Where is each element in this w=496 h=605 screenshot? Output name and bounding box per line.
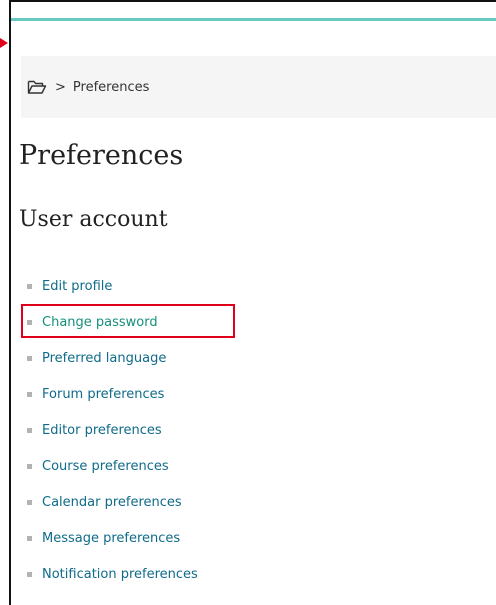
folder-open-icon[interactable]: [27, 79, 47, 95]
bullet-icon: [27, 319, 32, 325]
list-item: Editor preferences: [27, 412, 198, 448]
bullet-icon: [27, 535, 32, 541]
change-password-link[interactable]: Change password: [42, 315, 158, 330]
list-item: Forum preferences: [27, 376, 198, 412]
bullet-icon: [27, 355, 32, 361]
editor-preferences-link[interactable]: Editor preferences: [42, 423, 162, 438]
bullet-icon: [27, 463, 32, 469]
breadcrumb: > Preferences: [21, 56, 496, 118]
page-title: Preferences: [19, 140, 184, 171]
notification-preferences-link[interactable]: Notification preferences: [42, 567, 198, 582]
list-item: Preferred language: [27, 340, 198, 376]
preferred-language-link[interactable]: Preferred language: [42, 351, 166, 366]
message-preferences-link[interactable]: Message preferences: [42, 531, 180, 546]
breadcrumb-current: Preferences: [72, 79, 150, 95]
list-item: Message preferences: [27, 520, 198, 556]
bullet-icon: [27, 499, 32, 505]
forum-preferences-link[interactable]: Forum preferences: [42, 387, 164, 402]
course-preferences-link[interactable]: Course preferences: [42, 459, 169, 474]
list-item: Course preferences: [27, 448, 198, 484]
section-title-user-account: User account: [19, 207, 168, 232]
bullet-icon: [27, 391, 32, 397]
list-item: Edit profile: [27, 268, 198, 304]
bullet-icon: [27, 283, 32, 289]
calendar-preferences-link[interactable]: Calendar preferences: [42, 495, 182, 510]
list-item: Calendar preferences: [27, 484, 198, 520]
list-item: Change password: [21, 304, 235, 340]
bullet-icon: [27, 427, 32, 433]
user-account-links: Edit profile Change password Preferred l…: [21, 268, 235, 592]
page-frame: > Preferences Preferences User account E…: [9, 0, 496, 605]
edit-profile-link[interactable]: Edit profile: [42, 279, 112, 294]
header-accent-line: [11, 18, 496, 21]
breadcrumb-separator: >: [55, 79, 66, 95]
pointer-arrow-icon: [0, 38, 8, 48]
list-item: Notification preferences: [27, 556, 198, 592]
bullet-icon: [27, 571, 32, 577]
